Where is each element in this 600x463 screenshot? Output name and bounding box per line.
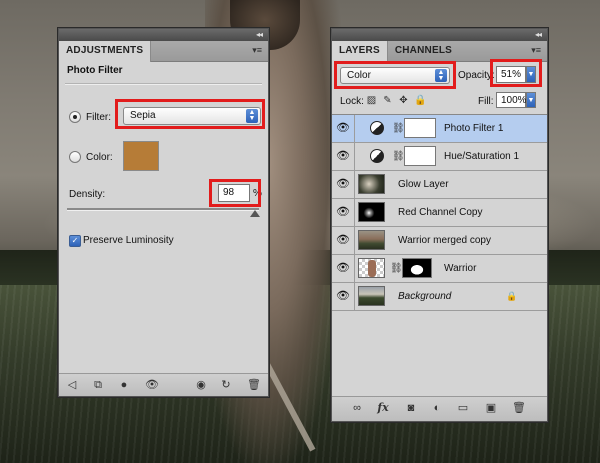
lock-label: Lock:: [340, 96, 364, 107]
mask-visibility-icon[interactable]: ●: [117, 378, 131, 392]
layer-name: Glow Layer: [398, 179, 449, 190]
reset-icon[interactable]: ↻: [219, 378, 233, 392]
layers-panel: ◂◂ LAYERS CHANNELS ▾≡ Color ▲ ▼ Opacity: …: [331, 28, 548, 422]
layer-row[interactable]: 👁 Warrior merged copy: [332, 227, 547, 255]
link-icon[interactable]: ∞: [350, 401, 364, 415]
layer-mask-thumb[interactable]: [404, 118, 436, 138]
layer-mask-thumb[interactable]: [404, 146, 436, 166]
visibility-eye-icon[interactable]: 👁: [332, 199, 355, 226]
fill-input[interactable]: 100%: [496, 92, 527, 108]
visibility-eye-icon[interactable]: 👁: [332, 171, 355, 198]
filter-label: Filter:: [86, 112, 111, 123]
preserve-luminosity-checkbox[interactable]: ✓: [69, 235, 81, 247]
layer-mask-thumb[interactable]: [402, 258, 432, 278]
layer-thumbnail: [358, 174, 385, 194]
filter-radio[interactable]: [69, 111, 81, 123]
fill-dropdown-icon[interactable]: ▼: [526, 92, 536, 108]
add-mask-icon[interactable]: ◙: [404, 401, 418, 415]
layer-list: 👁 ⛓ Photo Filter 1 👁 ⛓ Hue/Saturation 1 …: [332, 114, 547, 339]
trash-icon[interactable]: 🗑: [512, 401, 526, 415]
layer-name: Warrior merged copy: [398, 235, 491, 246]
layers-footer: ∞ fx ◙ ◐ ▭ ▣ 🗑: [332, 396, 547, 421]
highlight-blend-mode: [334, 61, 456, 89]
highlight-density: [209, 179, 261, 207]
layer-thumbnail: [358, 202, 385, 222]
color-swatch[interactable]: [123, 141, 159, 171]
layer-thumbnail: [358, 286, 385, 306]
density-slider-track[interactable]: [67, 208, 259, 211]
view-previous-icon[interactable]: ◉: [194, 378, 208, 392]
highlight-filter: [115, 99, 265, 129]
density-label: Density:: [69, 189, 106, 200]
adjustment-title: Photo Filter: [67, 65, 123, 76]
new-layer-icon[interactable]: ▣: [484, 401, 498, 415]
visibility-eye-icon[interactable]: 👁: [332, 283, 355, 310]
layer-thumbnail: [358, 230, 385, 250]
clip-to-layer-icon[interactable]: ⧉: [91, 378, 105, 392]
adjustment-layer-icon: [370, 149, 384, 163]
visibility-eye-icon[interactable]: 👁: [332, 143, 355, 170]
lock-icon: 🔒: [506, 291, 518, 301]
collapse-icon[interactable]: ◂◂: [256, 30, 263, 39]
divider: [65, 83, 262, 85]
tab-layers[interactable]: LAYERS: [332, 41, 388, 62]
adjustments-tabbar: ADJUSTMENTS ▾≡: [59, 41, 268, 62]
lock-transparency-icon[interactable]: ▨: [366, 95, 377, 106]
layer-thumbnail: [358, 258, 385, 278]
layer-row[interactable]: 👁 ⛓ Hue/Saturation 1: [332, 143, 547, 171]
color-label: Color:: [86, 152, 113, 163]
tab-adjustments[interactable]: ADJUSTMENTS: [59, 41, 152, 62]
back-arrow-icon[interactable]: ◁: [65, 378, 79, 392]
adjustments-footer: ◁ ⧉ ● 👁 ◉ ↻ 🗑: [59, 373, 268, 396]
link-chain-icon: ⛓: [392, 151, 405, 162]
adjustments-title-bar[interactable]: ◂◂: [59, 29, 268, 41]
layer-name: Photo Filter 1: [444, 123, 504, 134]
layer-row[interactable]: 👁 ⛓ Warrior: [332, 255, 547, 283]
layers-title-bar[interactable]: ◂◂: [332, 29, 547, 41]
fx-icon[interactable]: fx: [376, 401, 390, 415]
layer-row[interactable]: 👁 Glow Layer: [332, 171, 547, 199]
adjustment-layer-icon[interactable]: ◐: [430, 401, 444, 415]
visibility-eye-icon[interactable]: 👁: [332, 115, 355, 142]
panel-menu-icon[interactable]: ▾≡: [531, 45, 541, 56]
eye-icon[interactable]: 👁: [145, 378, 159, 392]
adjustments-panel: ◂◂ ADJUSTMENTS ▾≡ Photo Filter Filter: S…: [58, 28, 269, 397]
link-chain-icon: ⛓: [392, 123, 405, 134]
layer-name: Red Channel Copy: [398, 207, 483, 218]
link-chain-icon: ⛓: [390, 263, 403, 274]
lock-image-icon[interactable]: ✎: [382, 95, 393, 106]
visibility-eye-icon[interactable]: 👁: [332, 255, 355, 282]
layer-row[interactable]: 👁 Red Channel Copy: [332, 199, 547, 227]
layer-row[interactable]: 👁 Background 🔒: [332, 283, 547, 311]
layer-name: Hue/Saturation 1: [444, 151, 520, 162]
layer-name: Background: [398, 291, 452, 302]
panel-menu-icon[interactable]: ▾≡: [252, 45, 262, 56]
density-slider-thumb[interactable]: [250, 210, 261, 217]
lock-position-icon[interactable]: ✥: [398, 95, 409, 106]
highlight-opacity: [490, 59, 542, 87]
group-icon[interactable]: ▭: [456, 401, 470, 415]
lock-all-icon[interactable]: 🔒: [414, 95, 426, 106]
layer-row[interactable]: 👁 ⛓ Photo Filter 1: [332, 115, 547, 143]
layer-name: Warrior: [444, 263, 477, 274]
collapse-icon[interactable]: ◂◂: [535, 30, 542, 39]
tab-channels[interactable]: CHANNELS: [388, 41, 459, 61]
fill-label: Fill:: [478, 96, 494, 107]
color-radio[interactable]: [69, 151, 81, 163]
trash-icon[interactable]: 🗑: [247, 378, 261, 392]
visibility-eye-icon[interactable]: 👁: [332, 227, 355, 254]
adjustment-layer-icon: [370, 121, 384, 135]
preserve-luminosity-label: Preserve Luminosity: [83, 235, 174, 246]
